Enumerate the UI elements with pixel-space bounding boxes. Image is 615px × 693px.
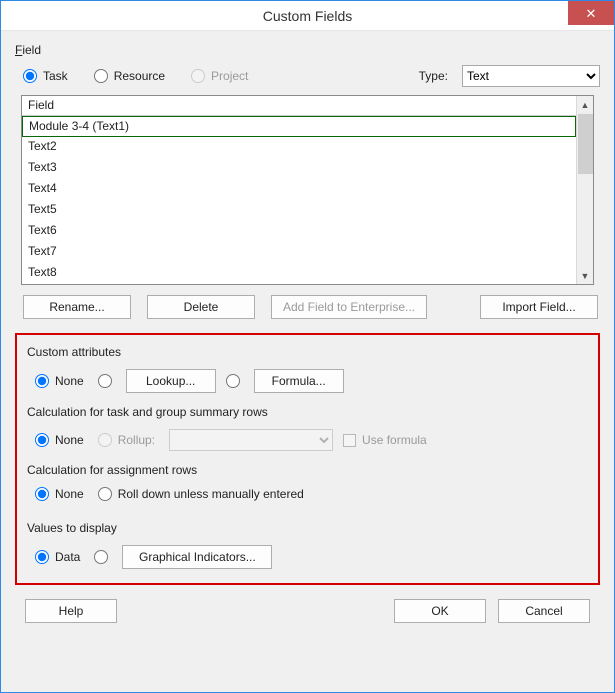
calc-task-row: None Rollup: Use formula xyxy=(27,429,588,451)
radio-ct-rollup-label: Rollup: xyxy=(118,433,155,447)
radio-project: Project xyxy=(191,69,248,83)
radio-ct-none[interactable]: None xyxy=(35,433,84,447)
close-icon: ✕ xyxy=(586,7,597,20)
radio-as-rolldown-label: Roll down unless manually entered xyxy=(118,487,304,501)
calc-assign-row: None Roll down unless manually entered xyxy=(27,487,588,501)
radio-as-none-input[interactable] xyxy=(35,487,49,501)
spacer xyxy=(129,599,382,623)
bottom-buttons: Help OK Cancel xyxy=(15,585,600,627)
list-row[interactable]: Text8 xyxy=(22,263,576,284)
list-row[interactable]: Module 3-4 (Text1) xyxy=(22,116,576,137)
list-inner: Field Module 3-4 (Text1) Text2 Text3 Tex… xyxy=(22,96,576,284)
custom-attributes-title: Custom attributes xyxy=(27,345,588,359)
radio-task-label: Task xyxy=(43,69,68,83)
type-wrap: Type: Text xyxy=(419,65,600,87)
formula-button[interactable]: Formula... xyxy=(254,369,344,393)
cancel-button[interactable]: Cancel xyxy=(498,599,590,623)
radio-resource-label: Resource xyxy=(114,69,165,83)
radio-vd-data-input[interactable] xyxy=(35,550,49,564)
radio-ca-none-label: None xyxy=(55,374,84,388)
field-label: Field xyxy=(15,43,600,57)
radio-as-rolldown-input[interactable] xyxy=(98,487,112,501)
scrollbar[interactable]: ▲ ▼ xyxy=(576,96,593,284)
radio-as-rolldown[interactable]: Roll down unless manually entered xyxy=(98,487,304,501)
radio-vd-gi[interactable] xyxy=(94,550,108,564)
radio-project-label: Project xyxy=(211,69,248,83)
scroll-track[interactable] xyxy=(577,174,593,267)
list-rows: Module 3-4 (Text1) Text2 Text3 Text4 Tex… xyxy=(22,116,576,284)
radio-as-none[interactable]: None xyxy=(35,487,84,501)
radio-ca-lookup-input[interactable] xyxy=(98,374,112,388)
list-row[interactable]: Text3 xyxy=(22,158,576,179)
use-formula-checkbox: Use formula xyxy=(343,433,427,447)
radio-task[interactable]: Task xyxy=(23,69,68,83)
list-buttons-row: Rename... Delete Add Field to Enterprise… xyxy=(15,285,600,329)
checkbox-icon xyxy=(343,434,356,447)
scroll-thumb[interactable] xyxy=(578,114,593,174)
calc-task-title: Calculation for task and group summary r… xyxy=(27,405,588,419)
radio-ca-none[interactable]: None xyxy=(35,374,84,388)
help-button[interactable]: Help xyxy=(25,599,117,623)
chevron-down-icon: ▼ xyxy=(581,271,590,281)
graphical-indicators-button[interactable]: Graphical Indicators... xyxy=(122,545,272,569)
radio-vd-data-label: Data xyxy=(55,550,80,564)
scroll-up-button[interactable]: ▲ xyxy=(577,96,593,113)
lookup-button[interactable]: Lookup... xyxy=(126,369,216,393)
list-row[interactable]: Text5 xyxy=(22,200,576,221)
radio-vd-gi-input[interactable] xyxy=(94,550,108,564)
list-row[interactable]: Text6 xyxy=(22,221,576,242)
values-display-title: Values to display xyxy=(27,521,588,535)
type-select[interactable]: Text xyxy=(462,65,600,87)
scroll-down-button[interactable]: ▼ xyxy=(577,267,593,284)
radio-ct-none-input[interactable] xyxy=(35,433,49,447)
add-to-enterprise-button: Add Field to Enterprise... xyxy=(271,295,427,319)
close-button[interactable]: ✕ xyxy=(568,1,614,25)
ok-button[interactable]: OK xyxy=(394,599,486,623)
list-row[interactable]: Text2 xyxy=(22,137,576,158)
window-title: Custom Fields xyxy=(263,8,352,24)
custom-attributes-row: None Lookup... Formula... xyxy=(27,369,588,393)
radio-resource-input[interactable] xyxy=(94,69,108,83)
type-label: Type: xyxy=(419,69,448,83)
radio-ca-none-input[interactable] xyxy=(35,374,49,388)
radio-ct-rollup: Rollup: xyxy=(98,433,155,447)
radio-ca-formula[interactable] xyxy=(226,374,240,388)
radio-resource[interactable]: Resource xyxy=(94,69,165,83)
list-header[interactable]: Field xyxy=(22,96,576,116)
rollup-select xyxy=(169,429,333,451)
radio-ct-rollup-input xyxy=(98,433,112,447)
titlebar: Custom Fields ✕ xyxy=(1,1,614,31)
radio-ct-none-label: None xyxy=(55,433,84,447)
field-listbox: Field Module 3-4 (Text1) Text2 Text3 Tex… xyxy=(21,95,594,285)
field-type-row: Task Resource Project Type: Text xyxy=(15,63,600,95)
delete-button[interactable]: Delete xyxy=(147,295,255,319)
dialog-content: Field Task Resource Project Type: Text xyxy=(1,31,614,692)
import-field-button[interactable]: Import Field... xyxy=(480,295,598,319)
radio-as-none-label: None xyxy=(55,487,84,501)
rename-button[interactable]: Rename... xyxy=(23,295,131,319)
calc-assign-title: Calculation for assignment rows xyxy=(27,463,588,477)
custom-fields-dialog: Custom Fields ✕ Field Task Resource Proj… xyxy=(0,0,615,693)
radio-ca-lookup[interactable] xyxy=(98,374,112,388)
radio-ca-formula-input[interactable] xyxy=(226,374,240,388)
values-display-row: Data Graphical Indicators... xyxy=(27,545,588,569)
radio-task-input[interactable] xyxy=(23,69,37,83)
list-row[interactable]: Text4 xyxy=(22,179,576,200)
highlighted-section: Custom attributes None Lookup... Formula… xyxy=(15,333,600,585)
chevron-up-icon: ▲ xyxy=(581,100,590,110)
radio-vd-data[interactable]: Data xyxy=(35,550,80,564)
use-formula-label: Use formula xyxy=(362,433,427,447)
radio-project-input xyxy=(191,69,205,83)
list-row[interactable]: Text7 xyxy=(22,242,576,263)
